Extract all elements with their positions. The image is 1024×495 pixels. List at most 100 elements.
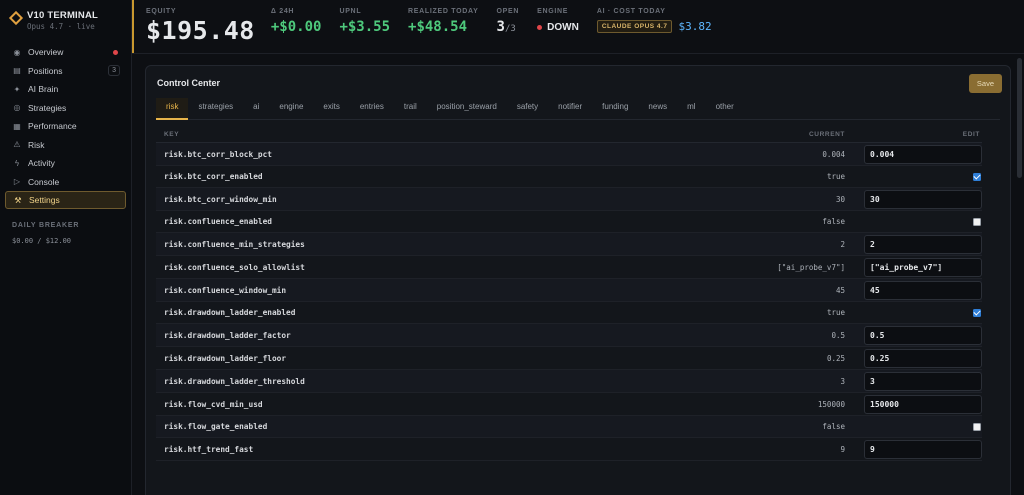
tab-engine[interactable]: engine xyxy=(269,98,313,120)
setting-edit-cell: 45 xyxy=(857,280,982,300)
setting-current-value: false xyxy=(822,217,845,226)
open-label: OPEN xyxy=(496,8,520,15)
sidebar-item-risk[interactable]: ⚠ Risk xyxy=(5,136,126,154)
setting-current-value: 2 xyxy=(840,239,845,249)
setting-current-value: 0.5 xyxy=(831,330,845,340)
open-count: 3 xyxy=(496,19,505,35)
setting-edit-cell: 0.25 xyxy=(857,348,982,368)
daily-breaker-value: $0.00 / $12.00 xyxy=(12,236,72,245)
tab-notifier[interactable]: notifier xyxy=(548,98,592,120)
tab-strategies[interactable]: strategies xyxy=(188,98,243,120)
table-row: risk.drawdown_ladder_factor 0.5 0.5 xyxy=(156,324,982,347)
sidebar-item-overview[interactable]: ◉ Overview xyxy=(5,43,126,61)
sidebar-item-ai-brain[interactable]: ✦ AI Brain xyxy=(5,80,126,98)
sidebar-item-settings[interactable]: ⚒ Settings xyxy=(5,191,126,209)
main-area: EQUITY $195.48 Δ 24H +$0.00 UPNL +$3.55 … xyxy=(132,0,1024,495)
setting-edit-cell: 0.004 xyxy=(857,144,982,164)
tab-risk[interactable]: risk xyxy=(156,98,189,120)
panel-title: Control Center xyxy=(157,78,220,88)
checkbox-checked[interactable] xyxy=(973,172,981,181)
realized-stat: REALIZED TODAY +$48.54 xyxy=(408,8,478,35)
sidebar-item-console[interactable]: ▷ Console xyxy=(5,173,126,191)
checkbox-unchecked[interactable] xyxy=(973,422,981,431)
setting-edit-cell: 2 xyxy=(857,234,982,254)
sidebar: V10 TERMINAL Opus 4.7 · live ◉ Overview ▤ P… xyxy=(0,0,132,495)
status-dot-icon xyxy=(537,25,543,30)
setting-key: risk.drawdown_ladder_floor xyxy=(164,353,287,363)
setting-key: risk.drawdown_ladder_threshold xyxy=(164,376,305,386)
tab-ml[interactable]: ml xyxy=(677,98,705,120)
overview-icon: ◉ xyxy=(13,47,21,57)
column-edit: EDIT xyxy=(962,130,980,138)
setting-edit-cell xyxy=(857,217,982,226)
config-tabs: risk strategies ai engine exits entries trail p… xyxy=(156,98,1000,120)
sidebar-item-performance[interactable]: ▦ Performance xyxy=(5,117,126,135)
stats-bar: EQUITY $195.48 Δ 24H +$0.00 UPNL +$3.55 … xyxy=(132,0,1024,54)
setting-input[interactable]: 45 xyxy=(864,280,982,300)
sidebar-item-label: Console xyxy=(28,176,60,187)
ai-cost-stat: AI · COST TODAY CLAUDE OPUS 4.7 $3.82 xyxy=(596,8,712,33)
delta-value: +$0.00 xyxy=(270,19,322,35)
setting-current-value: 30 xyxy=(835,194,845,204)
tab-position-steward[interactable]: position_steward xyxy=(427,98,507,120)
ai-cost-value: $3.82 xyxy=(678,20,712,33)
app-title: V10 TERMINAL xyxy=(27,10,99,21)
sidebar-item-label: AI Brain xyxy=(28,84,59,94)
brand: V10 TERMINAL Opus 4.7 · live xyxy=(5,8,126,43)
setting-input[interactable]: 3 xyxy=(864,371,982,391)
setting-current-value: 0.25 xyxy=(826,353,845,363)
sidebar-nav: ◉ Overview ▤ Positions 3 ✦ AI Brain ◎ Strategies… xyxy=(5,43,126,209)
delta-stat: Δ 24H +$0.00 xyxy=(271,8,322,35)
setting-input[interactable]: 9 xyxy=(864,439,982,459)
setting-key: risk.confluence_min_strategies xyxy=(164,239,305,249)
tab-safety[interactable]: safety xyxy=(507,98,548,120)
tab-trail[interactable]: trail xyxy=(394,98,427,120)
daily-breaker-label: DAILY BREAKER xyxy=(12,221,80,229)
setting-key: risk.confluence_solo_allowlist xyxy=(164,262,305,272)
setting-input[interactable]: 2 xyxy=(864,234,982,254)
settings-table: KEY CURRENT EDIT risk.btc_corr_block_pct… xyxy=(156,126,982,461)
ai-brain-icon: ✦ xyxy=(13,84,21,94)
setting-key: risk.drawdown_ladder_factor xyxy=(164,330,291,340)
setting-input[interactable]: 150000 xyxy=(864,394,982,414)
setting-input[interactable]: 0.5 xyxy=(864,325,982,345)
checkbox-unchecked[interactable] xyxy=(973,217,981,226)
checkbox-checked[interactable] xyxy=(973,308,981,317)
tab-entries[interactable]: entries xyxy=(350,98,394,120)
table-row: risk.confluence_min_strategies 2 2 xyxy=(156,233,982,256)
equity-label: EQUITY xyxy=(146,8,177,15)
performance-icon: ▦ xyxy=(13,121,21,131)
setting-input[interactable]: 0.25 xyxy=(864,348,982,368)
table-row: risk.btc_corr_window_min 30 30 xyxy=(156,188,982,211)
realized-label: REALIZED TODAY xyxy=(408,8,479,15)
scrollbar[interactable] xyxy=(1017,58,1022,178)
setting-current-value: 150000 xyxy=(817,399,845,409)
setting-current-value: true xyxy=(826,172,845,181)
sidebar-item-strategies[interactable]: ◎ Strategies xyxy=(5,99,126,117)
setting-input[interactable]: ["ai_probe_v7"] xyxy=(864,257,982,277)
tab-other[interactable]: other xyxy=(706,98,744,120)
setting-edit-cell: 150000 xyxy=(857,394,982,414)
sidebar-item-label: Activity xyxy=(28,158,55,168)
sidebar-item-label: Performance xyxy=(28,121,77,131)
setting-current-value: false xyxy=(822,422,845,431)
sidebar-item-label: Risk xyxy=(28,139,45,150)
tab-ai[interactable]: ai xyxy=(243,98,269,120)
table-row: risk.drawdown_ladder_floor 0.25 0.25 xyxy=(156,347,982,370)
table-row: risk.drawdown_ladder_threshold 3 3 xyxy=(156,370,982,393)
tab-funding[interactable]: funding xyxy=(592,98,638,120)
activity-icon: ϟ xyxy=(14,158,20,168)
tab-news[interactable]: news xyxy=(638,98,677,120)
setting-key: risk.confluence_window_min xyxy=(164,285,287,295)
save-button[interactable]: Save xyxy=(968,73,1002,93)
setting-input[interactable]: 30 xyxy=(864,189,982,209)
open-stat: OPEN 3/3 xyxy=(497,8,520,35)
setting-edit-cell: 3 xyxy=(857,371,982,391)
setting-edit-cell xyxy=(857,172,982,181)
setting-key: risk.btc_corr_block_pct xyxy=(164,149,272,159)
sidebar-item-activity[interactable]: ϟ Activity xyxy=(5,154,126,172)
setting-input[interactable]: 0.004 xyxy=(864,144,982,164)
tab-exits[interactable]: exits xyxy=(313,98,349,120)
setting-key: risk.confluence_enabled xyxy=(164,217,272,226)
sidebar-item-positions[interactable]: ▤ Positions 3 xyxy=(5,62,126,80)
